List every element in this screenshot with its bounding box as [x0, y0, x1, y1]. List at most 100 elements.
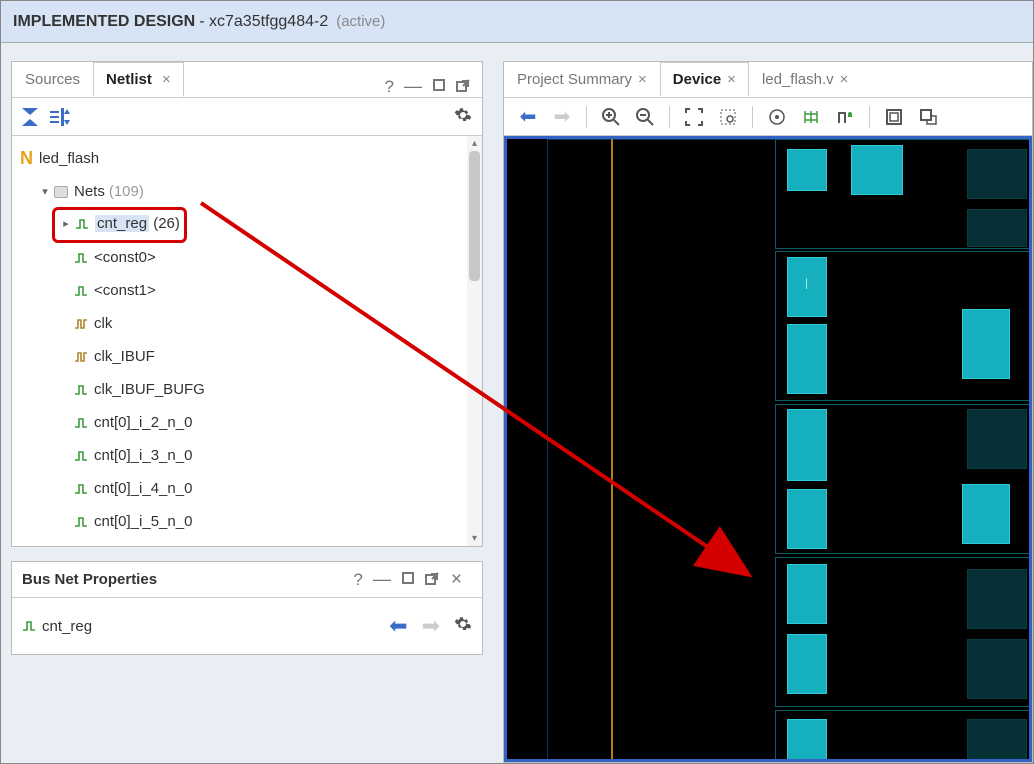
module-icon: N [20, 148, 33, 169]
tab-source-file[interactable]: led_flash.v × [749, 62, 861, 97]
expand-tool-icon[interactable] [50, 108, 70, 126]
tree-scrollbar[interactable]: ▴ ▾ [467, 136, 482, 546]
tree-item[interactable]: cnt[0]_i_3_n_0 [12, 439, 482, 472]
scroll-thumb[interactable] [469, 151, 480, 281]
properties-title: Bus Net Properties [22, 571, 157, 588]
tab-netlist-label: Netlist [106, 71, 152, 88]
tree-item-label: clk_IBUF_BUFG [94, 381, 205, 398]
netlist-toolbar [12, 98, 482, 136]
maximize-icon[interactable] [432, 78, 446, 96]
autofit-icon[interactable] [763, 104, 791, 130]
design-header-bar: IMPLEMENTED DESIGN - xc7a35tfgg484-2 (ac… [1, 1, 1033, 43]
close-icon[interactable]: × [638, 71, 647, 88]
tab-file-label: led_flash.v [762, 71, 834, 88]
settings-icon[interactable] [454, 615, 472, 637]
tree-item-label: clk_IBUF [94, 348, 155, 365]
chevron-down-icon[interactable]: ▾ [38, 185, 52, 199]
device-tabs: Project Summary × Device × led_flash.v × [504, 62, 1032, 98]
net-icon [74, 251, 88, 265]
tree-item[interactable]: cnt[0]_i_6_n_0 [12, 538, 482, 546]
device-toolbar: ⬅ ➡ [504, 98, 1032, 136]
select-area-icon[interactable] [914, 104, 942, 130]
netlist-tabs: Sources Netlist × ? — [12, 62, 482, 98]
zoom-fit-icon[interactable] [680, 104, 708, 130]
selected-net-label: cnt_reg (26) [95, 215, 180, 232]
scroll-up-icon[interactable]: ▴ [467, 136, 482, 151]
selected-highlight: ▸ cnt_reg (26) [52, 207, 187, 243]
tree-item[interactable]: cnt[0]_i_5_n_0 [12, 505, 482, 538]
properties-panel: Bus Net Properties ? — × cnt_reg [11, 561, 483, 655]
chevron-right-icon[interactable]: ▸ [59, 217, 73, 231]
tab-device-label: Device [673, 71, 721, 88]
design-device: - xc7a35tfgg484-2 [199, 13, 328, 31]
tree-item-label: cnt[0]_i_5_n_0 [94, 513, 192, 530]
net-clk-icon [74, 350, 88, 364]
help-icon[interactable]: ? [353, 570, 362, 590]
design-status: (active) [336, 13, 385, 30]
place-icon[interactable] [831, 104, 859, 130]
close-icon[interactable]: × [727, 71, 736, 88]
tree-item-label: clk [94, 315, 112, 332]
tree-item-selected[interactable]: ▸ cnt_reg (26) [12, 208, 482, 241]
net-clk-icon [74, 317, 88, 331]
properties-name: cnt_reg [42, 618, 92, 635]
net-icon [74, 482, 88, 496]
folder-icon [54, 186, 68, 198]
minimize-icon[interactable]: — [373, 569, 391, 590]
tree-item[interactable]: clk [12, 307, 482, 340]
nav-forward-icon: ➡ [548, 104, 576, 130]
tab-sources[interactable]: Sources [12, 62, 93, 97]
tree-item[interactable]: cnt[0]_i_4_n_0 [12, 472, 482, 505]
settings-icon[interactable] [454, 106, 472, 128]
zoom-area-icon[interactable] [714, 104, 742, 130]
tree-root-label: led_flash [39, 150, 99, 167]
tree-item-label: cnt[0]_i_2_n_0 [94, 414, 192, 431]
design-title: IMPLEMENTED DESIGN [13, 13, 195, 31]
routing-icon[interactable] [797, 104, 825, 130]
scroll-down-icon[interactable]: ▾ [467, 531, 482, 546]
maximize-icon[interactable] [401, 571, 415, 589]
net-icon [74, 383, 88, 397]
tree-item[interactable]: cnt[0]_i_2_n_0 [12, 406, 482, 439]
select-rect-icon[interactable] [880, 104, 908, 130]
close-icon[interactable]: × [451, 569, 462, 591]
netlist-panel: Sources Netlist × ? — [11, 61, 483, 547]
help-icon[interactable]: ? [385, 77, 394, 97]
device-view[interactable] [504, 136, 1032, 762]
tree-item-label: cnt[0]_i_3_n_0 [94, 447, 192, 464]
tree-item-label: <const0> [94, 249, 156, 266]
tree-item[interactable]: clk_IBUF [12, 340, 482, 373]
nav-back-icon[interactable]: ⬅ [514, 104, 542, 130]
tree-item[interactable]: clk_IBUF_BUFG [12, 373, 482, 406]
tab-device[interactable]: Device × [660, 62, 749, 97]
tree-item[interactable]: <const0> [12, 241, 482, 274]
net-icon [74, 416, 88, 430]
zoom-in-icon[interactable] [597, 104, 625, 130]
net-icon [74, 515, 88, 529]
netlist-tree: N led_flash ▾ Nets (109) ▸ [12, 136, 482, 546]
device-panel: Project Summary × Device × led_flash.v × ⬅ … [503, 61, 1033, 763]
tree-item-label: cnt[0]_i_4_n_0 [94, 480, 192, 497]
tab-sources-label: Sources [25, 71, 80, 88]
net-bus-icon [75, 217, 89, 231]
nets-folder-count: (109) [109, 183, 144, 200]
close-icon[interactable]: × [162, 71, 171, 88]
nets-folder-label: Nets [74, 183, 105, 200]
net-icon [74, 284, 88, 298]
collapse-all-icon[interactable] [22, 108, 38, 126]
tree-nets-folder[interactable]: ▾ Nets (109) [12, 175, 482, 208]
tab-project-summary[interactable]: Project Summary × [504, 62, 660, 97]
zoom-out-icon[interactable] [631, 104, 659, 130]
tree-root[interactable]: N led_flash [12, 142, 482, 175]
tab-summary-label: Project Summary [517, 71, 632, 88]
minimize-icon[interactable]: — [404, 76, 422, 97]
close-icon[interactable]: × [840, 71, 849, 88]
float-icon[interactable] [456, 77, 472, 97]
float-icon[interactable] [425, 570, 441, 590]
tree-item-label: <const1> [94, 282, 156, 299]
tree-item[interactable]: <const1> [12, 274, 482, 307]
tab-netlist[interactable]: Netlist × [93, 62, 184, 97]
nav-back-icon[interactable]: ⬅ [389, 613, 407, 639]
net-bus-icon [22, 619, 36, 633]
net-icon [74, 449, 88, 463]
